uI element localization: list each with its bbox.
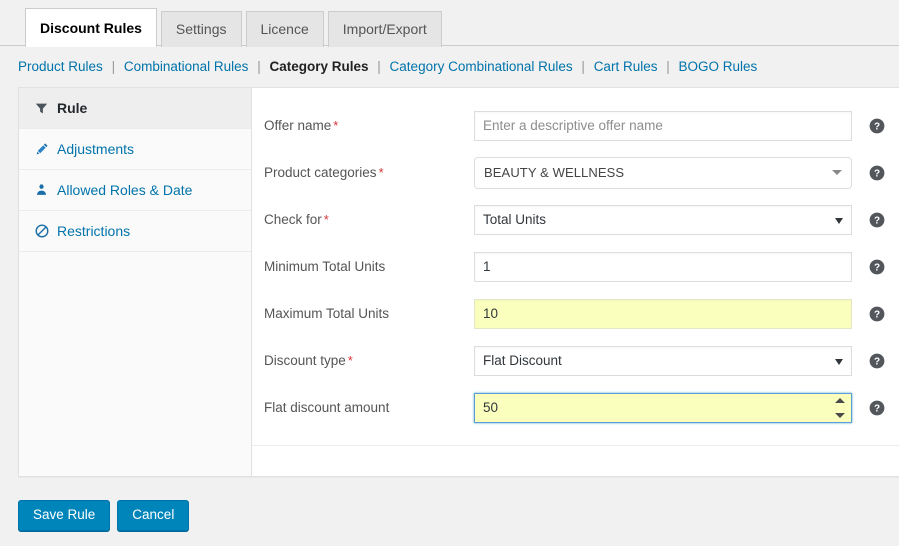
tab-bar: Discount Rules Settings Licence Import/E… <box>0 0 899 47</box>
tab-label: Licence <box>260 21 309 37</box>
discount-type-label: Discount type * <box>264 354 474 368</box>
sidebar-item-label: Rule <box>57 100 88 116</box>
tab-label: Settings <box>175 21 227 37</box>
cancel-button[interactable]: Cancel <box>117 500 190 532</box>
required-marker: * <box>333 117 339 133</box>
svg-text:?: ? <box>874 262 880 273</box>
tab-list: Discount Rules Settings Licence Import/E… <box>25 0 899 47</box>
field-row-product-categories: Product categories * BEAUTY & WELLNESS ? <box>252 149 899 196</box>
form-actions: Save Rule Cancel <box>0 477 899 532</box>
label-text: Maximum Total Units <box>264 305 390 321</box>
sidebar-item-adjustments[interactable]: Adjustments <box>19 129 251 170</box>
svg-text:?: ? <box>874 215 880 226</box>
pencil-icon <box>35 142 57 156</box>
tab-licence[interactable]: Licence <box>245 11 324 47</box>
check-for-label: Check for * <box>264 213 474 227</box>
svg-text:?: ? <box>874 356 880 367</box>
flat-discount-amount-label: Flat discount amount <box>264 401 474 415</box>
subnav-item-category-combinational-rules[interactable]: Category Combinational Rules <box>390 59 573 74</box>
maximum-total-units-input[interactable] <box>474 298 852 329</box>
maximum-total-units-label: Maximum Total Units <box>264 307 474 321</box>
flat-discount-amount-input[interactable] <box>474 392 852 423</box>
subnav-item-bogo-rules[interactable]: BOGO Rules <box>679 59 758 74</box>
svg-text:?: ? <box>874 121 880 132</box>
tab-label: Discount Rules <box>40 20 142 36</box>
help-icon[interactable]: ? <box>869 306 885 322</box>
svg-text:?: ? <box>874 403 880 414</box>
discount-type-field: Flat Discount <box>474 345 852 376</box>
sidebar-item-label: Adjustments <box>57 141 135 157</box>
sub-navigation: Product Rules | Combinational Rules | Ca… <box>0 46 899 87</box>
maximum-total-units-field <box>474 298 852 329</box>
rule-form-content: Offer name* ? Product categories* BEAUTY… <box>252 88 899 476</box>
product-categories-select[interactable]: BEAUTY & WELLNESS <box>474 156 852 189</box>
tab-discount-rules[interactable]: Discount Rules <box>25 8 157 47</box>
label-text: Minimum Total Units <box>264 258 386 274</box>
minimum-total-units-label: Minimum Total Units <box>264 260 474 274</box>
save-rule-button[interactable]: Save Rule <box>18 500 111 532</box>
subnav-separator: | <box>257 59 261 74</box>
help-icon[interactable]: ? <box>869 118 885 134</box>
help-icon[interactable]: ? <box>869 212 885 228</box>
offer-name-field <box>474 110 852 141</box>
field-row-minimum-total-units: Minimum Total Units ? <box>252 243 899 290</box>
rule-form: Offer name* ? Product categories* BEAUTY… <box>252 88 899 446</box>
subnav-separator: | <box>111 59 116 74</box>
offer-name-label: Offer name * <box>264 119 474 133</box>
help-icon[interactable]: ? <box>869 353 885 369</box>
svg-text:?: ? <box>874 168 880 179</box>
sidebar-item-label: Allowed Roles & Date <box>57 182 193 198</box>
help-icon[interactable]: ? <box>869 259 885 275</box>
field-row-offer-name: Offer name* ? <box>252 102 899 149</box>
form-divider <box>252 445 899 446</box>
help-icon[interactable]: ? <box>869 165 885 181</box>
required-marker: * <box>378 164 384 180</box>
help-icon[interactable]: ? <box>869 400 885 416</box>
sidebar-item-allowed-roles-date[interactable]: Allowed Roles & Date <box>19 170 251 211</box>
chevron-down-icon <box>832 170 842 175</box>
product-categories-label: Product categories * <box>264 166 474 180</box>
tab-import-export[interactable]: Import/Export <box>327 11 442 47</box>
user-icon <box>35 183 57 197</box>
label-text: Discount type <box>264 352 346 368</box>
offer-name-input[interactable] <box>474 110 852 141</box>
rule-sidebar: Rule Adjustments Allowed Roles & Date Re… <box>19 88 252 476</box>
ban-icon <box>35 224 57 238</box>
sidebar-item-label: Restrictions <box>57 223 131 239</box>
subnav-item-cart-rules[interactable]: Cart Rules <box>594 59 658 74</box>
flat-discount-amount-field <box>474 392 852 423</box>
subnav-separator: | <box>666 59 670 74</box>
subnav-item-combinational-rules[interactable]: Combinational Rules <box>124 59 249 74</box>
discount-type-select[interactable]: Flat Discount <box>474 345 852 376</box>
label-text: Flat discount amount <box>264 399 390 415</box>
rule-editor-panel: Rule Adjustments Allowed Roles & Date Re… <box>18 87 899 477</box>
check-for-select[interactable]: Total Units <box>474 204 852 235</box>
product-categories-field: BEAUTY & WELLNESS <box>474 156 852 189</box>
field-row-maximum-total-units: Maximum Total Units ? <box>252 290 899 337</box>
required-marker: * <box>323 211 329 227</box>
field-row-check-for: Check for * Total Units ? <box>252 196 899 243</box>
tab-settings[interactable]: Settings <box>160 11 242 47</box>
subnav-item-category-rules[interactable]: Category Rules <box>269 59 368 74</box>
required-marker: * <box>347 352 353 368</box>
minimum-total-units-field <box>474 251 852 282</box>
svg-text:?: ? <box>874 309 880 320</box>
field-row-flat-discount-amount: Flat discount amount ? <box>252 384 899 431</box>
tab-label: Import/Export <box>342 21 427 37</box>
field-row-discount-type: Discount type * Flat Discount ? <box>252 337 899 384</box>
funnel-icon <box>35 102 57 115</box>
product-categories-value: BEAUTY & WELLNESS <box>484 165 625 180</box>
label-text: Check for <box>264 211 322 227</box>
subnav-separator: | <box>581 59 585 74</box>
subnav-item-product-rules[interactable]: Product Rules <box>18 59 103 74</box>
minimum-total-units-input[interactable] <box>474 251 852 282</box>
label-text: Offer name <box>264 117 332 133</box>
label-text: Product categories <box>264 164 377 180</box>
check-for-field: Total Units <box>474 204 852 235</box>
subnav-separator: | <box>377 59 381 74</box>
sidebar-item-rule[interactable]: Rule <box>19 88 251 129</box>
sidebar-item-restrictions[interactable]: Restrictions <box>19 211 251 252</box>
